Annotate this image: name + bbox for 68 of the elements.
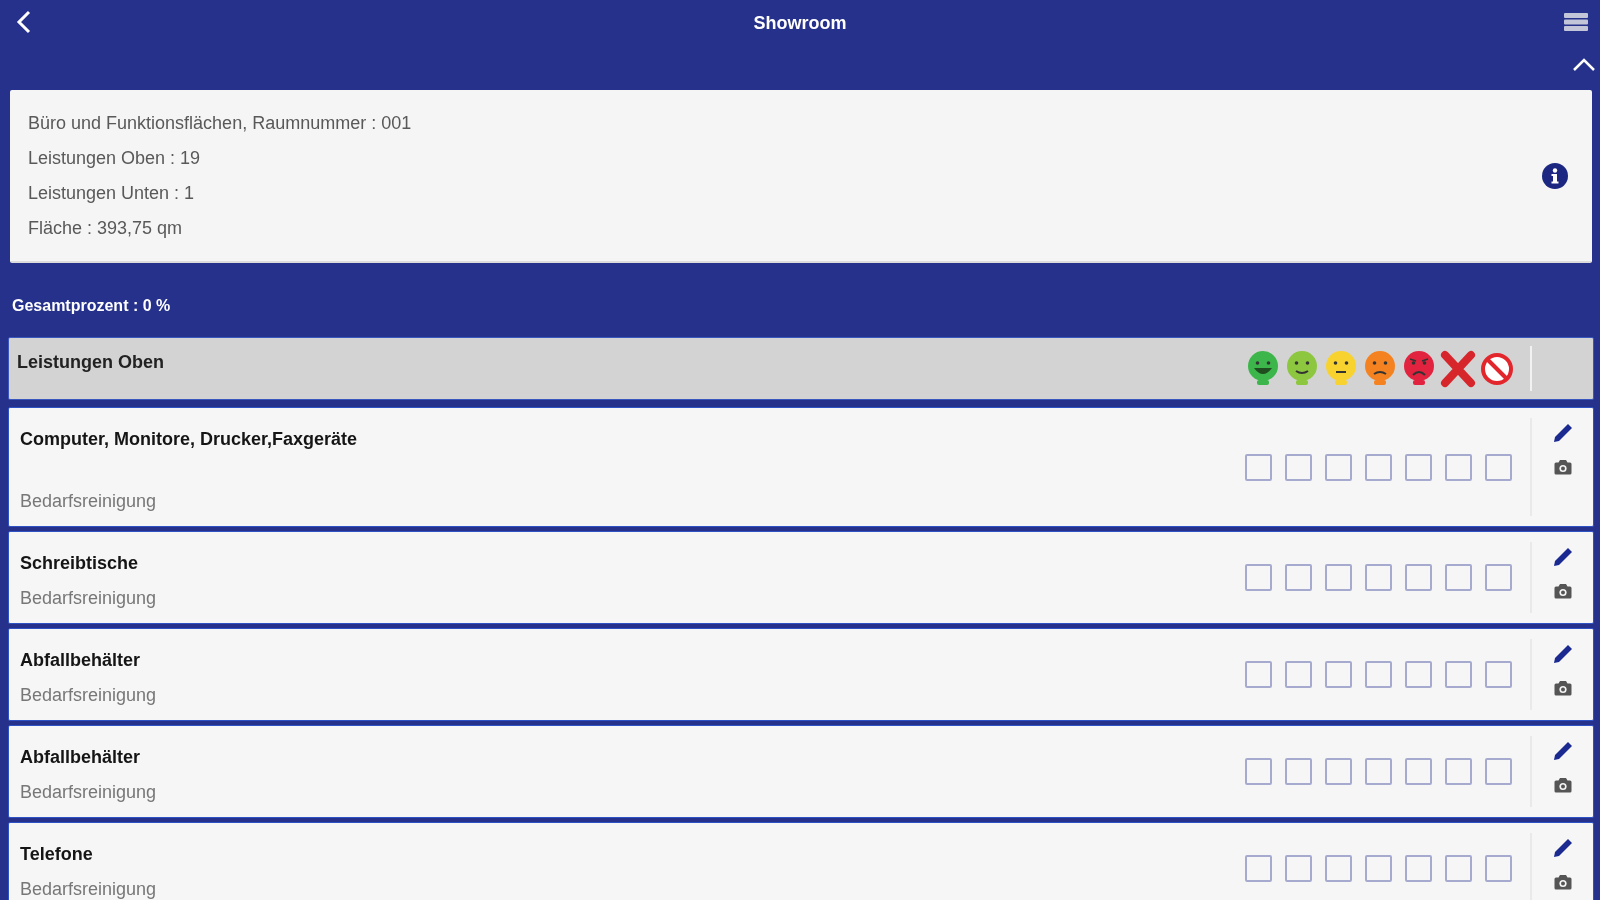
rating-checkbox[interactable] [1485,855,1512,882]
rating-checkbox[interactable] [1445,855,1472,882]
service-subtitle: Bedarfsreinigung [20,781,157,803]
info-text: Fläche : 393,75 qm [28,217,184,240]
rating-checkbox[interactable] [1445,564,1472,591]
section-title: Leistungen Oben [17,352,164,372]
rating-checkbox[interactable] [1245,453,1272,481]
rating-checkbox[interactable] [1245,855,1272,882]
rating-checkbox[interactable] [1365,661,1392,688]
rating-checkbox[interactable] [1245,661,1272,688]
rating-checkbox[interactable] [1445,661,1472,688]
rating-checkbox[interactable] [1285,564,1312,591]
rating-checkbox[interactable] [1445,453,1472,481]
rating-checkbox[interactable] [1325,855,1352,882]
service-subtitle: Bedarfsreinigung [20,490,157,512]
back-button[interactable] [16,10,32,34]
rating-checkbox[interactable] [1325,758,1352,785]
rating-checkbox[interactable] [1405,564,1432,591]
info-text: Leistungen Unten : 1 [28,182,196,205]
camera-icon[interactable] [1553,583,1572,599]
page-title: Showroom [753,12,847,34]
rating-checkbox[interactable] [1365,564,1392,591]
camera-icon[interactable] [1553,680,1572,696]
rating-checkbox[interactable] [1485,661,1512,688]
rating-checkbox[interactable] [1285,758,1312,785]
service-title: Abfallbehälter [20,649,141,671]
pencil-icon[interactable] [1552,741,1573,761]
rating-checkbox[interactable] [1325,564,1352,591]
rating-checkbox[interactable] [1405,661,1432,688]
rating-checkbox[interactable] [1485,564,1512,591]
rating-checkbox[interactable] [1365,453,1392,481]
rating-checkbox[interactable] [1405,453,1432,481]
pencil-icon[interactable] [1552,644,1573,664]
rating-checkbox[interactable] [1325,453,1352,481]
service-subtitle: Bedarfsreinigung [20,878,157,900]
camera-icon[interactable] [1553,777,1572,793]
camera-icon[interactable] [1553,459,1572,475]
service-title: Telefone [20,843,93,865]
menu-icon [1564,13,1588,31]
rating-checkbox[interactable] [1365,758,1392,785]
rating-checkbox[interactable] [1405,758,1432,785]
rating-checkbox[interactable] [1325,661,1352,688]
rating-checkbox[interactable] [1285,453,1312,481]
rating-checkbox[interactable] [1485,453,1512,481]
info-text: Leistungen Oben : 19 [28,147,202,170]
info-icon[interactable] [1542,163,1568,189]
rating-checkbox[interactable] [1245,758,1272,785]
service-subtitle: Bedarfsreinigung [20,684,157,706]
service-title: Schreibtische [20,552,139,574]
total-percent: Gesamtprozent : 0 % [11,296,172,316]
menu-button[interactable] [1564,13,1588,31]
rating-checkbox[interactable] [1405,855,1432,882]
rating-checkbox[interactable] [1245,564,1272,591]
rating-checkbox[interactable] [1365,855,1392,882]
pencil-icon[interactable] [1552,838,1573,858]
rating-checkbox[interactable] [1285,661,1312,688]
rating-checkbox[interactable] [1285,855,1312,882]
service-title: Abfallbehälter [20,746,141,768]
info-text: Büro und Funktionsflächen, Raumnummer : 001 [28,112,413,135]
camera-icon[interactable] [1553,874,1572,890]
back-chevron-icon [16,10,32,34]
pencil-icon[interactable] [1552,547,1573,567]
rating-checkbox[interactable] [1445,758,1472,785]
collapse-chevron-icon[interactable] [1572,58,1596,72]
service-title: Computer, Monitore, Drucker,Faxgeräte [20,428,358,450]
service-subtitle: Bedarfsreinigung [20,587,157,609]
rating-checkbox[interactable] [1485,758,1512,785]
pencil-icon[interactable] [1552,423,1573,443]
